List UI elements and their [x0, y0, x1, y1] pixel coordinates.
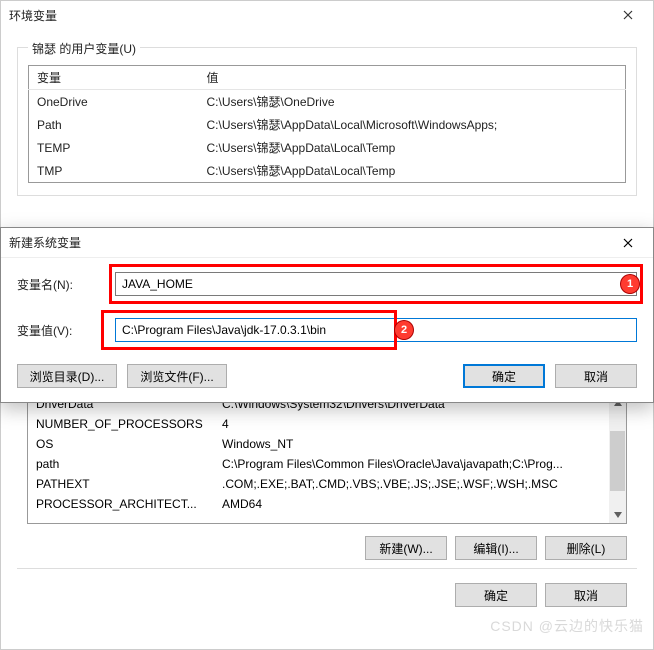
ok-button[interactable]: 确定: [455, 583, 537, 607]
col-name[interactable]: 变量: [29, 66, 199, 90]
dialog-titlebar: 新建系统变量: [1, 228, 653, 258]
ok-button[interactable]: 确定: [463, 364, 545, 388]
env-title: 环境变量: [9, 7, 57, 24]
table-row[interactable]: OSWindows_NT: [28, 434, 626, 454]
table-row[interactable]: TMPC:\Users\锦瑟\AppData\Local\Temp: [29, 159, 626, 183]
annotation-badge: 1: [621, 275, 639, 293]
browse-file-button[interactable]: 浏览文件(F)...: [127, 364, 227, 388]
edit-button[interactable]: 编辑(I)...: [455, 536, 537, 560]
var-name-label: 变量名(N):: [17, 276, 103, 293]
col-value[interactable]: 值: [199, 66, 626, 90]
dialog-button-row: 浏览目录(D)... 浏览文件(F)... 确定 取消: [1, 356, 653, 402]
cancel-button[interactable]: 取消: [545, 583, 627, 607]
user-vars-group: 锦瑟 的用户变量(U) 变量 值 OneDriveC:\Users\锦瑟\One…: [17, 47, 637, 196]
var-value-row: 变量值(V): 2: [17, 318, 637, 342]
table-row[interactable]: OneDriveC:\Users\锦瑟\OneDrive: [29, 90, 626, 114]
table-row[interactable]: TEMPC:\Users\锦瑟\AppData\Local\Temp: [29, 136, 626, 159]
var-name-input[interactable]: [115, 272, 637, 296]
close-icon[interactable]: [611, 6, 645, 24]
system-vars-table[interactable]: DriverDataC:\Windows\System32\Drivers\Dr…: [27, 394, 627, 524]
table-row[interactable]: PATHEXT.COM;.EXE;.BAT;.CMD;.VBS;.VBE;.JS…: [28, 474, 626, 494]
user-vars-table[interactable]: 变量 值 OneDriveC:\Users\锦瑟\OneDrive PathC:…: [28, 65, 626, 183]
scrollbar[interactable]: [609, 394, 626, 523]
cancel-button[interactable]: 取消: [555, 364, 637, 388]
table-row[interactable]: NUMBER_OF_PROCESSORS4: [28, 414, 626, 434]
annotation-badge: 2: [395, 321, 413, 339]
table-row[interactable]: PathC:\Users\锦瑟\AppData\Local\Microsoft\…: [29, 113, 626, 136]
browse-dir-button[interactable]: 浏览目录(D)...: [17, 364, 117, 388]
env-titlebar: 环境变量: [1, 1, 653, 29]
user-vars-label: 锦瑟 的用户变量(U): [28, 40, 140, 57]
new-button[interactable]: 新建(W)...: [365, 536, 447, 560]
var-value-label: 变量值(V):: [17, 322, 103, 339]
delete-button[interactable]: 删除(L): [545, 536, 627, 560]
scroll-thumb[interactable]: [610, 431, 625, 491]
table-row[interactable]: pathC:\Program Files\Common Files\Oracle…: [28, 454, 626, 474]
table-header-row: 变量 值: [29, 66, 626, 90]
system-vars-buttons: 新建(W)... 编辑(I)... 删除(L): [17, 536, 627, 560]
var-name-row: 变量名(N): 1: [17, 272, 637, 296]
env-footer-buttons: 确定 取消: [27, 583, 627, 607]
close-icon[interactable]: [611, 234, 645, 252]
dialog-title: 新建系统变量: [9, 234, 81, 251]
var-value-input[interactable]: [115, 318, 637, 342]
scroll-down-icon[interactable]: [609, 506, 626, 523]
new-system-var-dialog: 新建系统变量 变量名(N): 1 变量值(V): 2 浏览目录(D)... 浏览…: [0, 227, 654, 403]
table-row[interactable]: PROCESSOR_ARCHITECT...AMD64: [28, 494, 626, 514]
